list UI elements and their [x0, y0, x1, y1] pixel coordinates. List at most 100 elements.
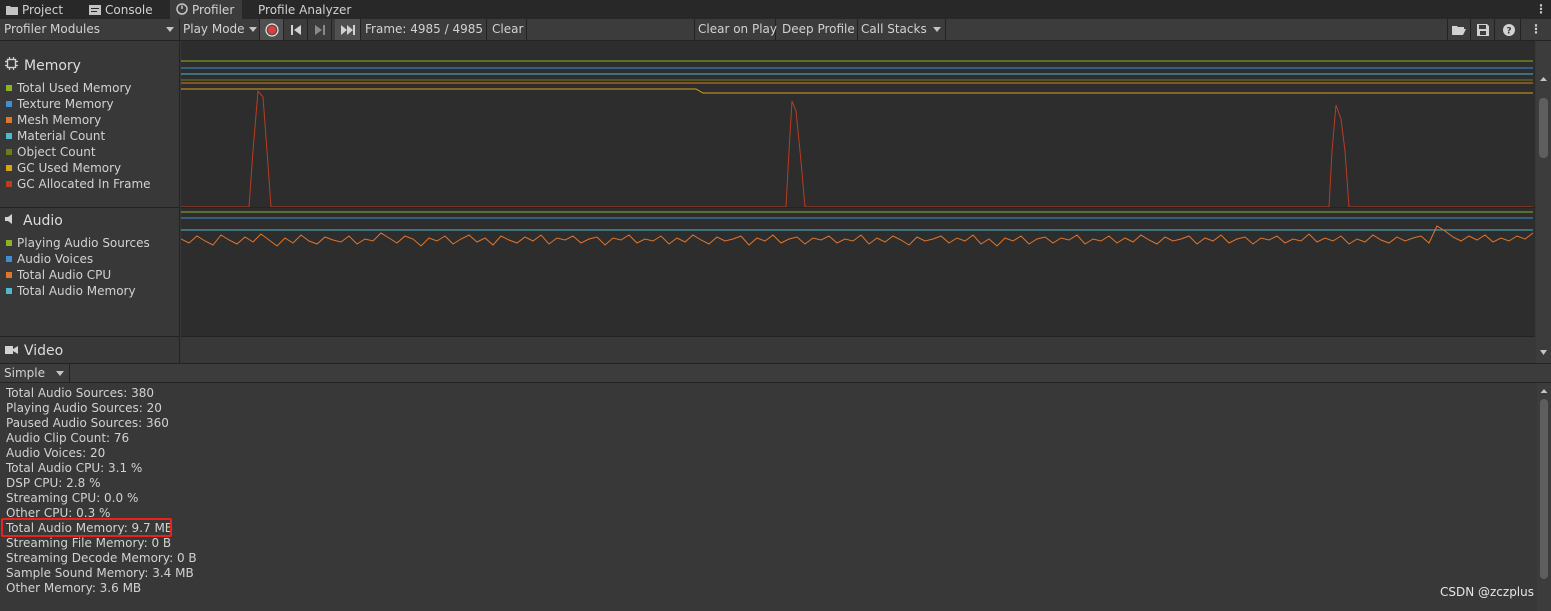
legend-item[interactable]: Object Count	[6, 144, 96, 160]
play-mode-dropdown[interactable]: Play Mode	[180, 19, 260, 40]
profiler-modules-dropdown[interactable]: Profiler Modules	[0, 19, 180, 40]
watermark-text: CSDN @zczplus	[1439, 585, 1534, 599]
deep-profile-label: Deep Profile	[782, 22, 855, 36]
help-icon: ?	[1502, 23, 1515, 36]
module-divider	[0, 336, 180, 337]
open-folder-icon	[1452, 25, 1466, 35]
legend-item[interactable]: Mesh Memory	[6, 112, 101, 128]
legend-item[interactable]: GC Used Memory	[6, 160, 121, 176]
toolbar-kebab-icon[interactable]: ⋮	[1528, 19, 1544, 40]
legend-item[interactable]: GC Allocated In Frame	[6, 176, 151, 192]
view-mode-label: Simple	[4, 366, 45, 380]
window-menu-kebab-icon[interactable]: ⋮	[1535, 0, 1547, 19]
memory-chart-divider	[181, 207, 1535, 208]
tab-console-label: Console	[105, 3, 153, 17]
window-tab-bar: Project Console Profiler Profile Analyze…	[0, 0, 1551, 19]
memory-chart-background	[181, 52, 1535, 208]
call-stacks-label: Call Stacks	[861, 22, 927, 36]
detail-line: Total Audio Sources: 380	[6, 386, 154, 400]
memory-chip-icon	[5, 56, 18, 76]
legend-item[interactable]: Total Audio CPU	[6, 267, 111, 283]
scroll-up-arrow-icon	[1540, 389, 1548, 393]
next-frame-button[interactable]	[308, 19, 332, 40]
video-chart-area	[181, 337, 1535, 363]
profiler-modules-label: Profiler Modules	[4, 22, 100, 36]
record-button[interactable]	[260, 19, 284, 40]
audio-details-panel	[0, 383, 1537, 611]
clear-on-play-button[interactable]: Clear on Play	[694, 19, 777, 40]
save-icon	[1476, 23, 1489, 36]
details-vertical-scrollbar[interactable]	[1537, 383, 1551, 611]
legend-label: Object Count	[17, 145, 96, 159]
step-forward-icon	[314, 24, 325, 35]
profiler-toolbar: Profiler Modules Play Mode Frame: 4985 /…	[0, 19, 1551, 41]
details-toolbar: Simple	[0, 363, 1551, 383]
legend-swatch	[6, 255, 12, 262]
detail-line: Audio Clip Count: 76	[6, 431, 130, 445]
legend-swatch	[6, 164, 12, 171]
video-module-header[interactable]: Video	[5, 341, 63, 361]
detail-line: Sample Sound Memory: 3.4 MB	[6, 566, 194, 580]
record-icon	[264, 22, 279, 37]
legend-item[interactable]: Playing Audio Sources	[6, 235, 150, 251]
tab-profile-analyzer[interactable]: Profile Analyzer	[258, 0, 351, 19]
current-frame-button[interactable]	[335, 19, 361, 40]
tab-project-label: Project	[22, 3, 64, 17]
legend-item[interactable]: Total Audio Memory	[6, 283, 136, 299]
console-icon	[89, 1, 101, 21]
help-button[interactable]: ?	[1497, 19, 1521, 40]
deep-profile-button[interactable]: Deep Profile	[776, 19, 858, 40]
call-stacks-dropdown[interactable]: Call Stacks	[858, 19, 946, 40]
legend-swatch	[6, 132, 12, 139]
detail-line: Other Memory: 3.6 MB	[6, 581, 142, 595]
legend-label: Total Used Memory	[17, 81, 132, 95]
play-mode-label: Play Mode	[183, 22, 245, 36]
detail-line: DSP CPU: 2.8 %	[6, 476, 101, 490]
scrollbar-thumb	[1540, 399, 1548, 579]
highlight-box	[1, 518, 172, 537]
legend-swatch	[6, 180, 12, 187]
legend-swatch	[6, 84, 12, 91]
legend-item[interactable]: Audio Voices	[6, 251, 93, 267]
audio-module-header[interactable]: Audio	[5, 211, 63, 231]
folder-icon	[6, 1, 18, 21]
svg-text:?: ?	[1506, 26, 1511, 36]
detail-line: Paused Audio Sources: 360	[6, 416, 169, 430]
step-back-icon	[290, 24, 301, 35]
tab-project[interactable]: Project	[6, 0, 63, 19]
memory-module-title: Memory	[24, 58, 81, 74]
audio-chart-divider	[181, 336, 1535, 337]
tab-console[interactable]: Console	[89, 0, 153, 19]
save-profile-button[interactable]	[1471, 19, 1495, 40]
tab-profile-analyzer-label: Profile Analyzer	[258, 3, 352, 17]
chevron-down-icon	[248, 27, 257, 32]
legend-label: GC Allocated In Frame	[17, 177, 151, 191]
previous-frame-button[interactable]	[284, 19, 308, 40]
detail-line: Streaming CPU: 0.0 %	[6, 491, 139, 505]
frame-counter: Frame: 4985 / 4985	[361, 19, 487, 40]
memory-module-header[interactable]: Memory	[5, 56, 81, 76]
detail-line: Audio Voices: 20	[6, 446, 106, 460]
clear-label: Clear	[492, 22, 524, 36]
legend-item[interactable]: Material Count	[6, 128, 105, 144]
chevron-down-icon	[166, 27, 174, 32]
legend-label: Material Count	[17, 129, 106, 143]
tab-profiler[interactable]: Profiler	[170, 0, 243, 19]
load-profile-button[interactable]	[1447, 19, 1471, 40]
legend-item[interactable]: Total Used Memory	[6, 80, 132, 96]
profiler-modules-panel: Memory Total Used Memory Texture Memory …	[0, 41, 180, 363]
legend-item[interactable]: Texture Memory	[6, 96, 114, 112]
legend-label: Total Audio Memory	[17, 284, 136, 298]
profiler-charts-area[interactable]	[181, 41, 1535, 363]
legend-swatch	[6, 287, 12, 294]
speaker-icon	[5, 211, 17, 231]
charts-vertical-scrollbar[interactable]	[1536, 41, 1551, 363]
video-camera-icon	[5, 341, 18, 361]
legend-label: Audio Voices	[17, 252, 94, 266]
scroll-down-arrow-icon	[1540, 350, 1547, 355]
view-mode-dropdown[interactable]: Simple	[0, 364, 70, 382]
detail-line: Streaming File Memory: 0 B	[6, 536, 172, 550]
legend-label: Texture Memory	[17, 97, 114, 111]
clear-button[interactable]: Clear	[487, 19, 527, 40]
legend-swatch	[6, 148, 12, 155]
